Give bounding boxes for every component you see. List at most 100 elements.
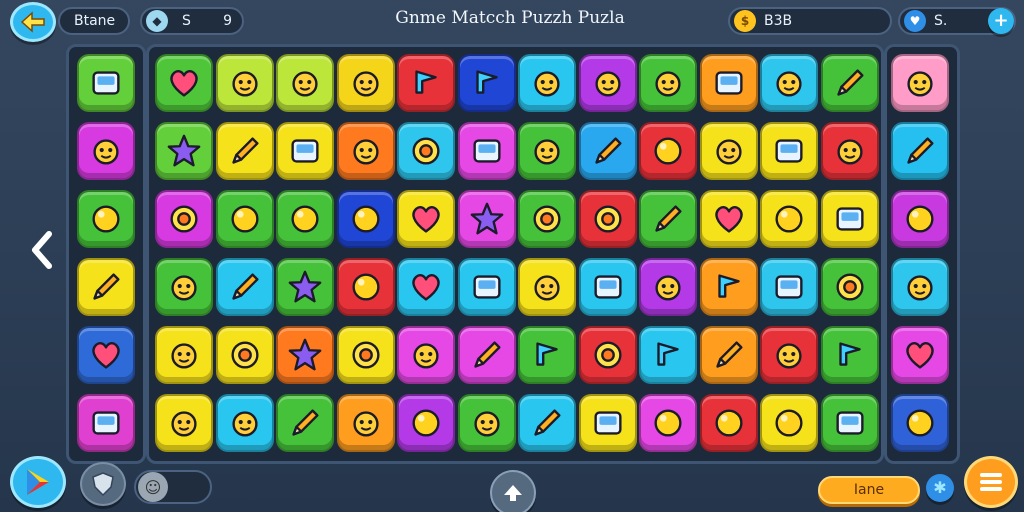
board-tile[interactable] — [760, 394, 818, 452]
board-tile[interactable] — [155, 394, 213, 452]
person-icon — [655, 275, 681, 301]
cloud-icon — [292, 71, 318, 97]
left-tile[interactable] — [77, 394, 135, 452]
board-tile[interactable] — [215, 122, 274, 180]
right-tile[interactable] — [891, 190, 949, 248]
board-tile[interactable] — [215, 258, 274, 316]
board-tile[interactable] — [578, 394, 637, 452]
board-tile[interactable] — [336, 394, 395, 452]
board-tile[interactable] — [578, 326, 637, 384]
board-tile[interactable] — [215, 54, 274, 112]
board-tile[interactable] — [276, 394, 334, 452]
left-tile[interactable] — [77, 326, 135, 384]
board-tile[interactable] — [578, 258, 637, 316]
board-tile[interactable] — [639, 54, 697, 112]
board-tile[interactable] — [518, 54, 576, 112]
right-tile[interactable] — [891, 122, 949, 180]
board-tile[interactable] — [639, 394, 697, 452]
board-tile[interactable] — [457, 54, 516, 112]
board-tile[interactable] — [457, 326, 516, 384]
board-tile[interactable] — [276, 190, 334, 248]
board-tile[interactable] — [276, 326, 334, 384]
board-tile[interactable] — [336, 326, 395, 384]
right-tile[interactable] — [891, 258, 949, 316]
blob-icon — [291, 205, 319, 233]
action-button[interactable]: Iane — [818, 476, 920, 504]
board-tile[interactable] — [578, 122, 637, 180]
board-tile[interactable] — [518, 190, 576, 248]
board-tile[interactable] — [155, 326, 213, 384]
board-tile[interactable] — [457, 394, 516, 452]
board-tile[interactable] — [276, 122, 334, 180]
gem-icon: ◆ — [146, 10, 168, 32]
board-tile[interactable] — [397, 258, 455, 316]
board-tile[interactable] — [336, 190, 395, 248]
back-button[interactable] — [10, 2, 56, 42]
board-tile[interactable] — [518, 258, 576, 316]
board-tile[interactable] — [639, 326, 697, 384]
board-tile[interactable] — [820, 326, 879, 384]
board-tile[interactable] — [699, 326, 758, 384]
board-tile[interactable] — [699, 122, 758, 180]
board-tile[interactable] — [699, 258, 758, 316]
board-tile[interactable] — [518, 394, 576, 452]
board-tile[interactable] — [820, 54, 879, 112]
board-tile[interactable] — [397, 122, 455, 180]
board-tile[interactable] — [155, 258, 213, 316]
settings-button[interactable]: ✱ — [926, 474, 954, 502]
board-tile[interactable] — [639, 190, 697, 248]
right-tile[interactable] — [891, 54, 949, 112]
left-tile[interactable] — [77, 190, 135, 248]
board-tile[interactable] — [760, 190, 818, 248]
board-tile[interactable] — [215, 394, 274, 452]
board-tile[interactable] — [397, 394, 455, 452]
board-tile[interactable] — [760, 258, 818, 316]
left-tile[interactable] — [77, 258, 135, 316]
board-tile[interactable] — [820, 122, 879, 180]
board-tile[interactable] — [155, 54, 213, 112]
board-tile[interactable] — [639, 258, 697, 316]
board-tile[interactable] — [518, 122, 576, 180]
board-tile[interactable] — [820, 258, 879, 316]
board-tile[interactable] — [215, 190, 274, 248]
board-tile[interactable] — [276, 258, 334, 316]
board-tile[interactable] — [578, 190, 637, 248]
board-tile[interactable] — [578, 54, 637, 112]
board-tile[interactable] — [820, 190, 879, 248]
play-button[interactable] — [10, 456, 66, 508]
board-tile[interactable] — [760, 122, 818, 180]
left-tile[interactable] — [77, 54, 135, 112]
board-tile[interactable] — [820, 394, 879, 452]
board-tile[interactable] — [276, 54, 334, 112]
heart-icon — [714, 206, 743, 233]
board-tile[interactable] — [457, 258, 516, 316]
board-tile[interactable] — [518, 326, 576, 384]
up-button[interactable] — [490, 470, 536, 512]
board-tile[interactable] — [760, 54, 818, 112]
board-tile[interactable] — [155, 122, 213, 180]
right-tile[interactable] — [891, 394, 949, 452]
board-tile[interactable] — [336, 258, 395, 316]
shield-button[interactable] — [80, 462, 126, 506]
menu-button[interactable] — [964, 456, 1018, 508]
board-tile[interactable] — [457, 122, 516, 180]
board-tile[interactable] — [699, 54, 758, 112]
left-tile[interactable] — [77, 122, 135, 180]
board-tile[interactable] — [639, 122, 697, 180]
board-tile[interactable] — [699, 394, 758, 452]
board-tile[interactable] — [215, 326, 274, 384]
previous-page-button[interactable] — [28, 228, 56, 272]
right-tile[interactable] — [891, 326, 949, 384]
monitor-icon — [291, 139, 319, 163]
board-tile[interactable] — [760, 326, 818, 384]
board-tile[interactable] — [397, 326, 455, 384]
add-lives-button[interactable]: + — [988, 8, 1014, 34]
board-tile[interactable] — [457, 190, 516, 248]
board-tile[interactable] — [699, 190, 758, 248]
board-tile[interactable] — [397, 190, 455, 248]
stage-pill[interactable]: Btane — [58, 7, 130, 35]
board-tile[interactable] — [336, 122, 395, 180]
board-tile[interactable] — [155, 190, 213, 248]
board-tile[interactable] — [336, 54, 395, 112]
board-tile[interactable] — [397, 54, 455, 112]
